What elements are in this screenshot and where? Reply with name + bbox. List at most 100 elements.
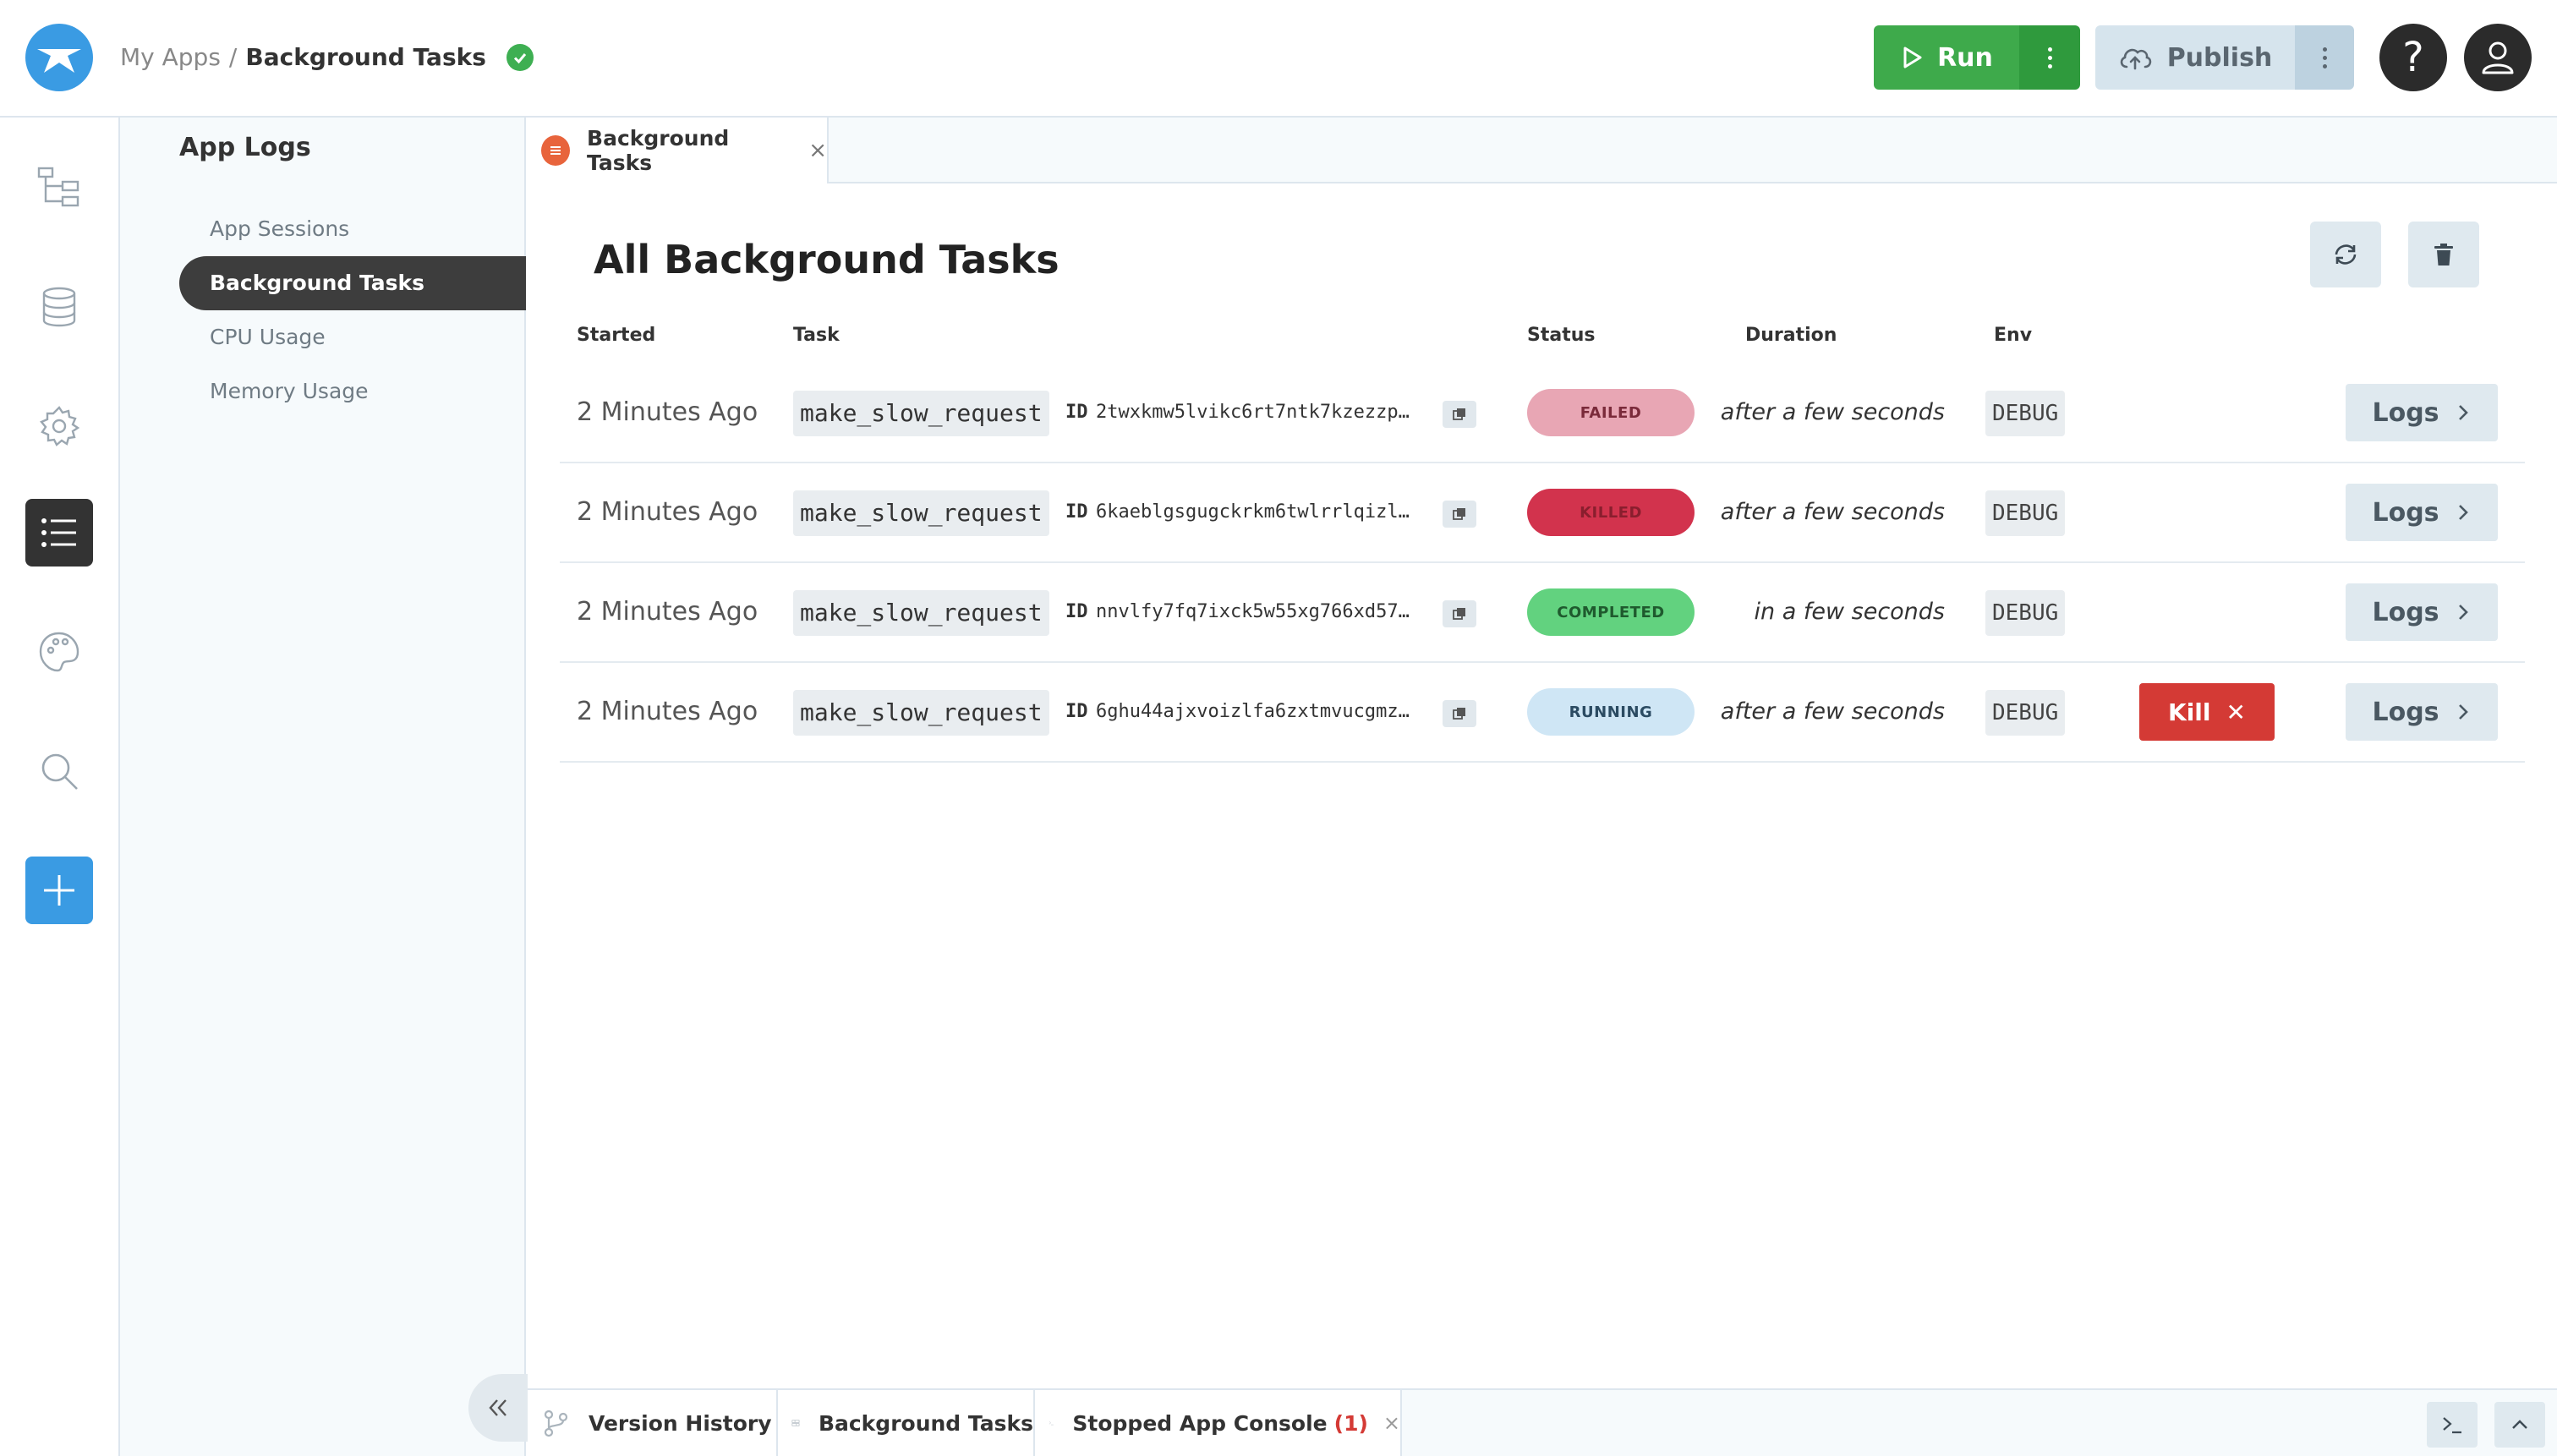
user-account-button[interactable]: [2464, 24, 2532, 91]
close-icon: ✕: [2226, 698, 2246, 726]
tab-background-tasks[interactable]: Background Tasks ×: [528, 118, 829, 183]
logs-label: Logs: [2372, 397, 2439, 428]
copy-icon: [1453, 708, 1465, 720]
chevron-right-icon: [2458, 505, 2468, 520]
logs-icon[interactable]: [25, 499, 93, 567]
clear-all-button[interactable]: [2408, 222, 2479, 287]
chevron-right-icon: [2458, 704, 2468, 720]
tab-stopped-app-console[interactable]: Stopped App Console (1) ×: [1035, 1390, 1402, 1456]
cloud-upload-icon: [2120, 48, 2151, 70]
id-label: ID: [1065, 501, 1088, 523]
subnav-item-background-tasks[interactable]: Background Tasks: [179, 256, 526, 310]
column-header-task: Task: [793, 325, 840, 346]
breadcrumb-separator: /: [228, 43, 238, 71]
editor-tab-bar: Background Tasks ×: [528, 118, 2557, 183]
top-bar: My Apps / Background Tasks Run Publish ?: [0, 0, 2557, 118]
env-badge: DEBUG: [1985, 391, 2066, 436]
tasks-panel-icon: [791, 1420, 800, 1426]
help-button[interactable]: ?: [2379, 24, 2447, 91]
task-name: make_slow_request: [793, 590, 1049, 636]
saved-check-icon: [506, 44, 534, 71]
tab-background-tasks-panel[interactable]: Background Tasks: [778, 1390, 1035, 1456]
task-id: 6ghu44ajxvoizlfa6zxtmvucgmz…: [1096, 701, 1410, 722]
table-row: 2 Minutes Ago make_slow_request ID 6ghu4…: [560, 663, 2525, 763]
column-header-status: Status: [1527, 325, 1596, 346]
more-vertical-icon: [2322, 47, 2327, 68]
copy-id-button[interactable]: [1443, 401, 1476, 428]
tab-version-history[interactable]: Version History: [528, 1390, 778, 1456]
column-header-started: Started: [577, 325, 656, 346]
env-badge: DEBUG: [1985, 490, 2066, 536]
app-logo[interactable]: [25, 24, 93, 91]
task-name: make_slow_request: [793, 490, 1049, 536]
copy-id-button[interactable]: [1443, 501, 1476, 528]
btab-label: Version History: [589, 1410, 772, 1436]
publish-options-button[interactable]: [2295, 25, 2354, 90]
breadcrumb-my-apps[interactable]: My Apps: [120, 41, 221, 74]
publish-button[interactable]: Publish: [2095, 25, 2295, 90]
table-row: 2 Minutes Ago make_slow_request ID 6kaeb…: [560, 463, 2525, 563]
subnav-item-app-sessions[interactable]: App Sessions: [179, 202, 526, 256]
close-console-icon[interactable]: ×: [1383, 1411, 1400, 1435]
double-chevron-left-icon: [489, 1399, 506, 1416]
copy-icon: [1453, 508, 1465, 520]
palette-icon[interactable]: [25, 618, 93, 686]
duration-text: after a few seconds: [1720, 698, 1945, 725]
terminal-prompt-icon: [2443, 1417, 2461, 1434]
status-badge: KILLED: [1527, 489, 1695, 536]
database-icon[interactable]: [25, 273, 93, 341]
started-cell: 2 Minutes Ago: [577, 397, 758, 427]
copy-icon: [1453, 408, 1465, 420]
terminal-icon: [1049, 1421, 1054, 1426]
run-button[interactable]: Run: [1874, 25, 2019, 90]
logs-label: Logs: [2372, 497, 2439, 528]
play-icon: [1903, 47, 1922, 68]
files-icon[interactable]: [25, 153, 93, 221]
id-label: ID: [1065, 701, 1088, 722]
id-label: ID: [1065, 402, 1088, 423]
search-icon[interactable]: [25, 737, 93, 805]
task-id: 6kaeblgsgugckrkm6twlrrlqizl…: [1096, 501, 1410, 523]
logs-button[interactable]: Logs: [2346, 484, 2498, 541]
btab-label: Background Tasks: [818, 1410, 1033, 1436]
logs-subnav: App Logs App Sessions Background Tasks C…: [120, 118, 528, 1456]
open-terminal-button[interactable]: [2427, 1402, 2478, 1448]
publish-label: Publish: [2166, 42, 2273, 73]
table-row: 2 Minutes Ago make_slow_request ID 2twxk…: [560, 364, 2525, 463]
task-id: 2twxkmw5lvikc6rt7ntk7kzezzp…: [1096, 402, 1410, 423]
logs-button[interactable]: Logs: [2346, 683, 2498, 741]
user-icon: [2482, 41, 2514, 74]
breadcrumb: My Apps / Background Tasks: [120, 41, 534, 74]
btab-label: Stopped App Console: [1072, 1410, 1328, 1436]
column-header-env: Env: [1994, 325, 2033, 346]
bottom-panel-bar: Version History Background Tasks Stopped…: [528, 1388, 2557, 1456]
env-badge: DEBUG: [1985, 590, 2066, 636]
run-options-button[interactable]: [2019, 25, 2080, 90]
started-cell: 2 Minutes Ago: [577, 597, 758, 627]
error-count: (1): [1333, 1410, 1368, 1436]
subnav-title: App Logs: [179, 133, 311, 162]
icon-rail: [0, 118, 120, 1456]
subnav-item-cpu-usage[interactable]: CPU Usage: [179, 310, 526, 364]
refresh-button[interactable]: [2310, 222, 2381, 287]
logs-button[interactable]: Logs: [2346, 384, 2498, 441]
collapse-sidebar-button[interactable]: [468, 1374, 528, 1442]
duration-text: in a few seconds: [1754, 599, 1945, 625]
copy-id-button[interactable]: [1443, 600, 1476, 627]
duration-text: after a few seconds: [1720, 499, 1945, 525]
add-icon[interactable]: [25, 857, 93, 924]
duration-cell: after a few seconds: [1721, 663, 1945, 761]
expand-panel-button[interactable]: [2494, 1402, 2545, 1448]
duration-cell: after a few seconds: [1721, 364, 1945, 462]
chevron-right-icon: [2458, 605, 2468, 620]
started-cell: 2 Minutes Ago: [577, 497, 758, 527]
refresh-icon: [2335, 244, 2357, 265]
settings-icon[interactable]: [25, 392, 93, 460]
logs-button[interactable]: Logs: [2346, 583, 2498, 641]
copy-id-button[interactable]: [1443, 700, 1476, 727]
close-tab-icon[interactable]: ×: [808, 138, 827, 163]
run-label: Run: [1937, 42, 1993, 73]
kill-label: Kill: [2168, 698, 2211, 726]
kill-task-button[interactable]: Kill ✕: [2139, 683, 2275, 741]
subnav-item-memory-usage[interactable]: Memory Usage: [179, 364, 526, 419]
